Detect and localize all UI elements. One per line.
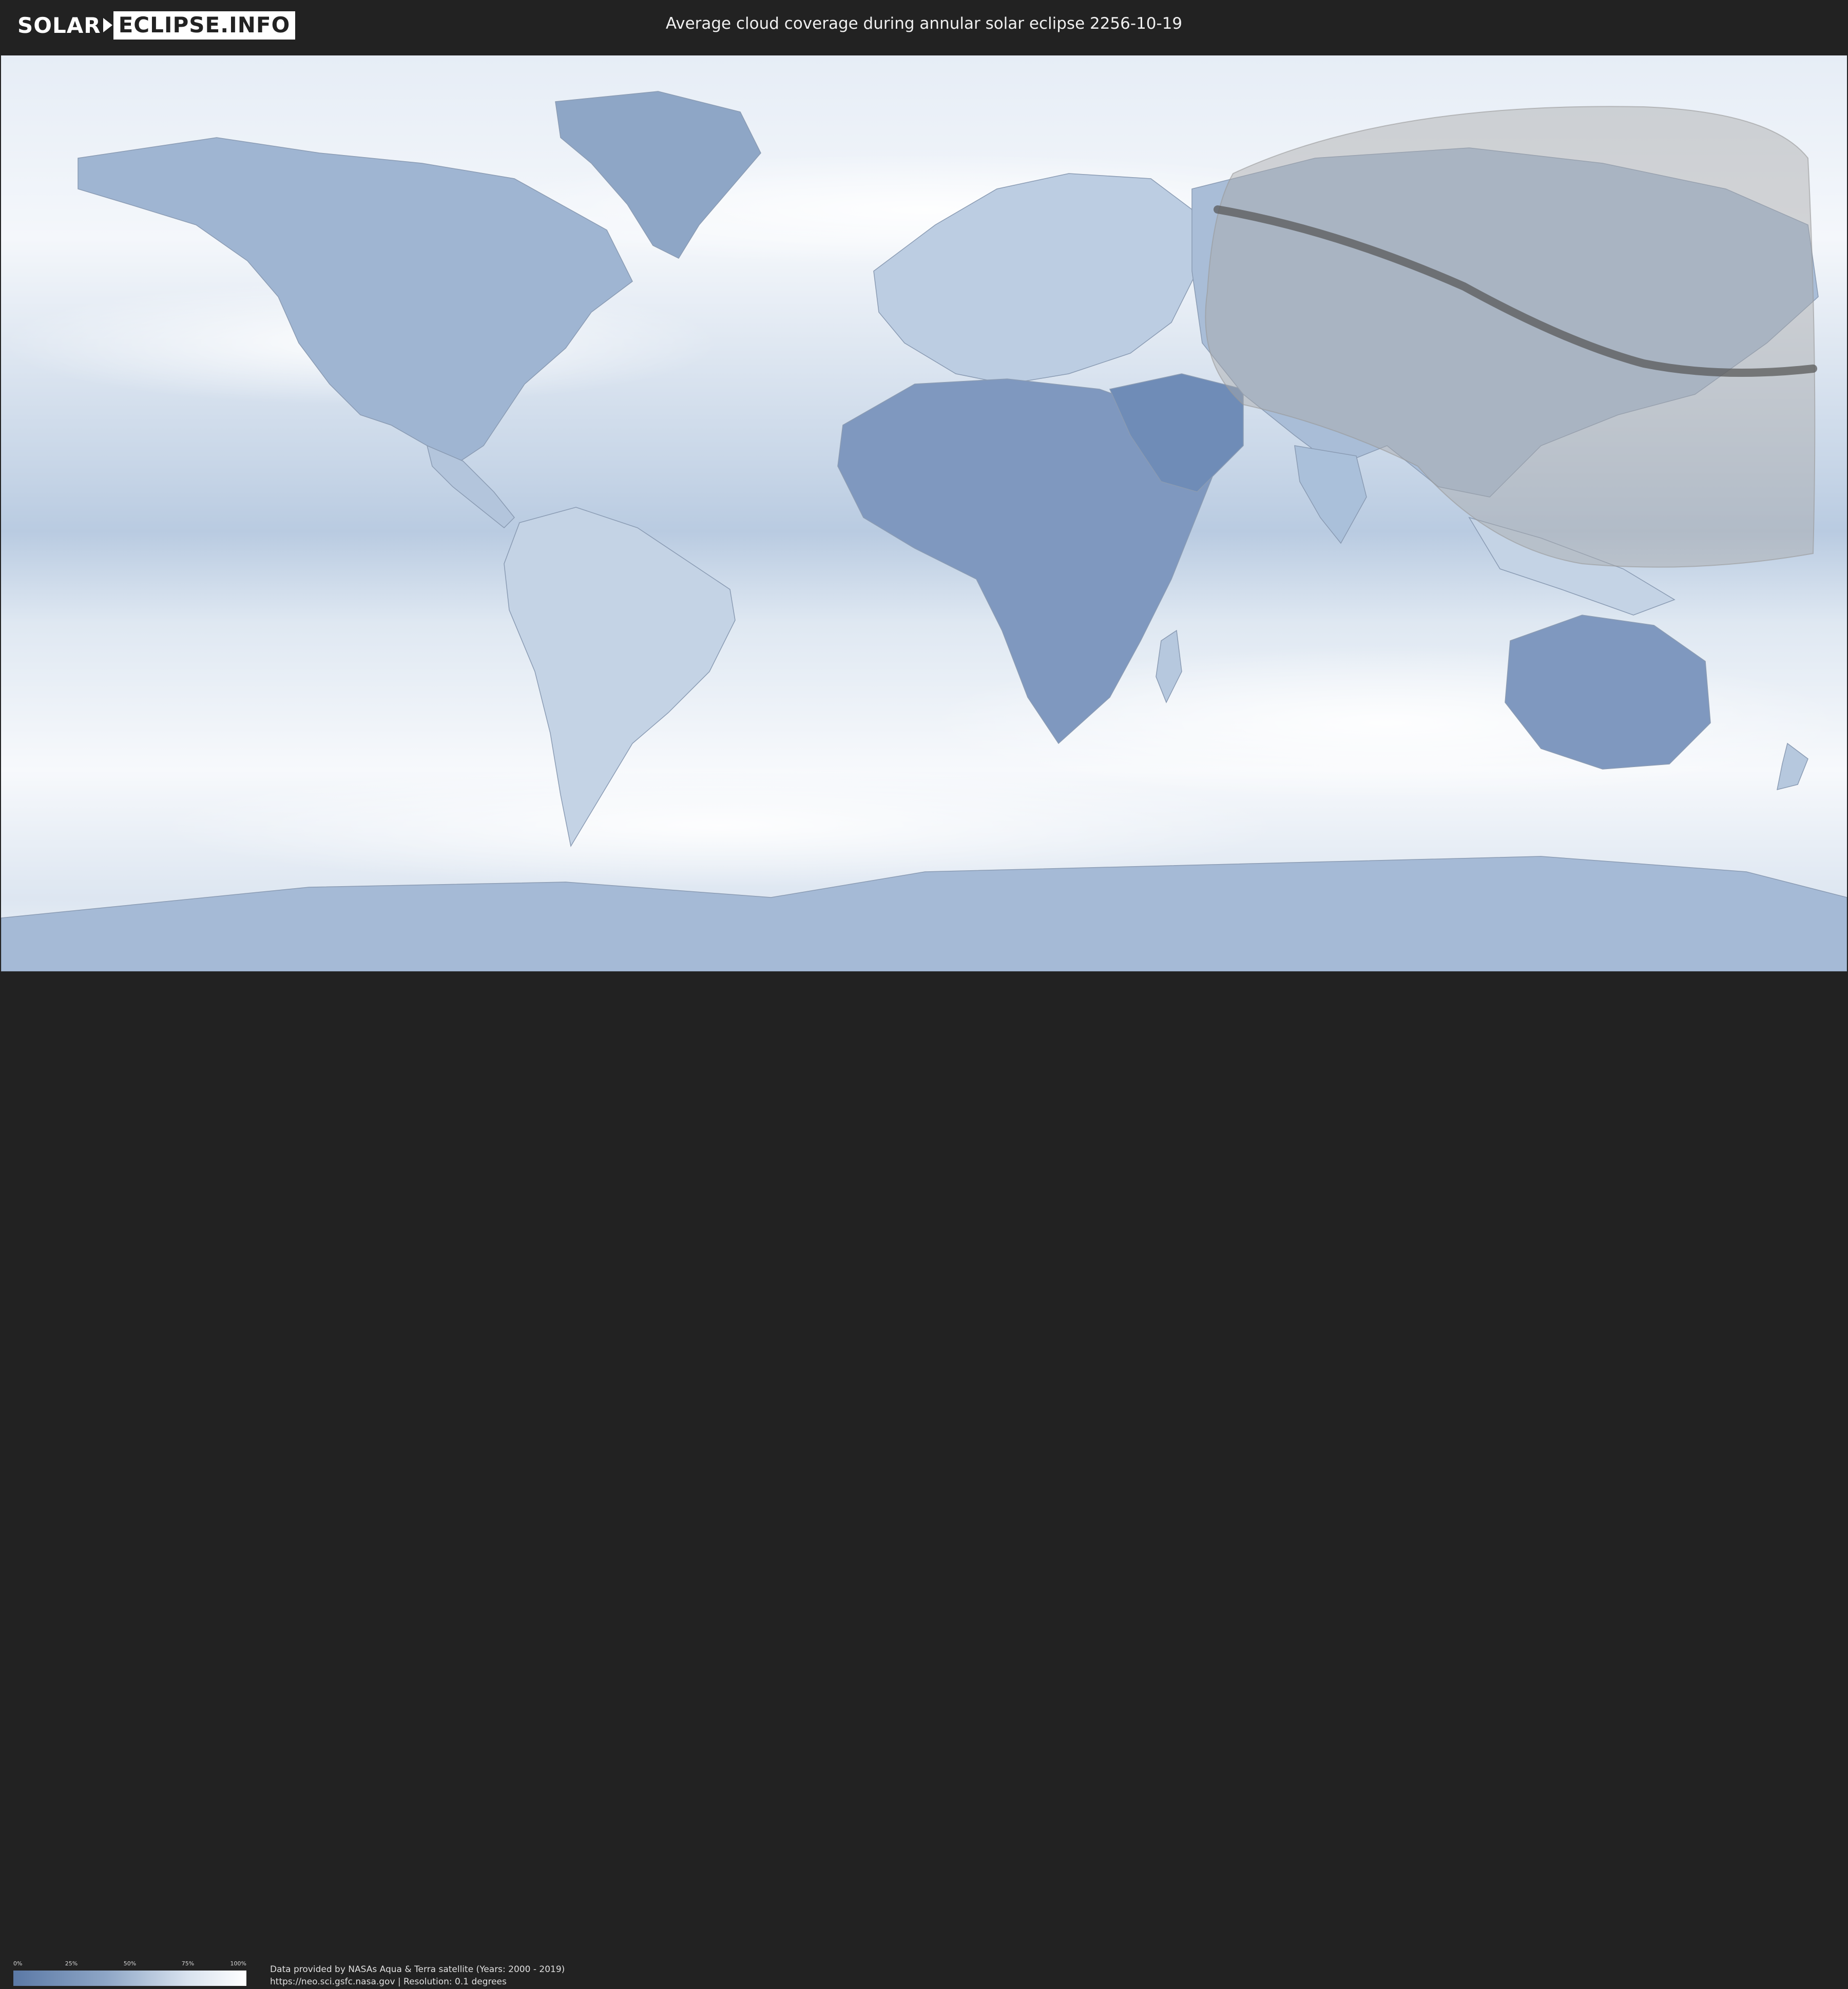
page-title: Average cloud coverage during annular so… xyxy=(665,14,1183,33)
data-credits: Data provided by NASAs Aqua & Terra sate… xyxy=(270,1963,565,1988)
footer-bar: 0% 25% 50% 75% 100% Data provided by NAS… xyxy=(0,974,1848,1987)
credits-line-source: Data provided by NASAs Aqua & Terra sate… xyxy=(270,1964,565,1975)
cloud-coverage-legend: 0% 25% 50% 75% 100% xyxy=(13,1960,246,1989)
header-bar: SOLAR ECLIPSE.INFO Average cloud coverag… xyxy=(0,0,1848,51)
legend-tick-75: 75% xyxy=(181,1960,195,1967)
legend-gradient-bar xyxy=(13,1971,246,1986)
legend-tick-100: 100% xyxy=(230,1960,246,1967)
credits-line-url: https://neo.sci.gsfc.nasa.gov | Resoluti… xyxy=(270,1977,507,1987)
legend-ticks: 0% 25% 50% 75% 100% xyxy=(13,1960,246,1968)
legend-tick-25: 25% xyxy=(65,1960,78,1967)
cloud-coverage-map[interactable] xyxy=(1,55,1847,971)
world-map-svg xyxy=(1,55,1847,971)
legend-tick-50: 50% xyxy=(123,1960,137,1967)
legend-tick-0: 0% xyxy=(13,1960,23,1967)
